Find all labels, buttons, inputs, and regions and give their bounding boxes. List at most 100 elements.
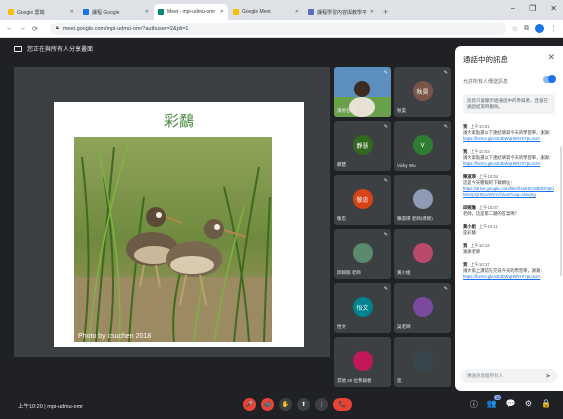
tab-title: Meet - mpi-udmu-omr	[167, 9, 216, 15]
tab-favicon-icon	[158, 9, 164, 15]
minimize-icon[interactable]: −	[510, 4, 515, 13]
participant-tile[interactable]: 您	[394, 337, 451, 387]
participant-name: 講者名稱	[337, 108, 355, 113]
participant-tile[interactable]: ✎ 邱婉瑜 老師	[334, 229, 391, 279]
allow-messages-toggle[interactable]	[543, 75, 556, 83]
message-link[interactable]: https://forms.gle/xE4bWqHkRzX7pLm2A	[463, 274, 557, 280]
close-window-icon[interactable]: ✕	[550, 4, 557, 13]
message-time: 上午10:03	[470, 149, 490, 155]
tab-close-icon[interactable]: ✕	[295, 9, 299, 15]
chat-icon[interactable]: 💬	[506, 399, 516, 410]
chat-input[interactable]: 傳送訊息給所有人 ➤	[461, 369, 557, 383]
tab-close-icon[interactable]: ✕	[370, 9, 374, 15]
participant-count: 33	[494, 395, 501, 400]
reload-icon[interactable]: ⟳	[32, 25, 38, 33]
chat-notice: 訊息只會顯示給通話中的參與者，且會在通話結束時刪除。	[463, 94, 555, 115]
close-icon[interactable]: ✕	[547, 52, 555, 63]
present-now-icon[interactable]: ⬆	[297, 398, 310, 411]
participant-tile[interactable]: 其他 20 位參與者	[334, 337, 391, 387]
participant-tile[interactable]: 敬忠 ✎ 敬忠	[334, 175, 391, 225]
chat-panel: 通話中的訊息 ✕ 允許所有人傳送訊息 訊息只會顯示給通話中的參與者，且會在通話結…	[455, 46, 563, 391]
participant-tile[interactable]: 黃小姐	[394, 229, 451, 279]
forward-icon[interactable]: →	[19, 25, 26, 32]
back-icon[interactable]: ←	[6, 25, 13, 32]
tab-close-icon[interactable]: ✕	[220, 9, 224, 15]
pin-icon[interactable]: ✎	[384, 124, 388, 130]
chat-panel-title: 通話中的訊息	[463, 55, 508, 64]
participant-name: 黃小姐	[397, 270, 411, 275]
toggle-label: 允許所有人傳送訊息	[463, 79, 509, 85]
pin-icon[interactable]: ✎	[384, 286, 388, 292]
pin-icon[interactable]: ✎	[444, 286, 448, 292]
host-controls-icon[interactable]: 🔒	[541, 399, 551, 410]
allow-messages-row: 允許所有人傳送訊息	[463, 75, 556, 85]
pin-icon[interactable]: ✎	[444, 124, 448, 130]
participants-group-avatar	[352, 351, 373, 371]
message-link[interactable]: https://drive.google.com/file/d/1aKbC9dE…	[463, 186, 557, 198]
activities-icon[interactable]: ⚙	[525, 399, 532, 410]
profile-avatar[interactable]	[535, 24, 544, 33]
tab-favicon-icon	[8, 9, 14, 15]
more-options-icon[interactable]: ⋮	[315, 398, 328, 411]
participant-tile[interactable]: 靜慧 ✎ 靜慧	[334, 121, 391, 171]
pin-icon[interactable]: ✎	[384, 232, 388, 238]
send-icon[interactable]: ➤	[545, 372, 551, 380]
message-time: 上午10:17	[470, 262, 490, 268]
browser-tab-strip: Google 雲端 ✕ 課程 Google ✕ Meet - mpi-udmu-omr ✕…	[0, 0, 563, 20]
message-link[interactable]: https://forms.gle/xE4bWqHkRzX7pLm2A	[463, 161, 557, 167]
new-tab-button[interactable]: +	[383, 7, 388, 17]
tab-close-icon[interactable]: ✕	[70, 9, 74, 15]
participant-tile[interactable]: ✎ 講者名稱	[334, 67, 391, 117]
chat-scrollbar[interactable]	[560, 146, 562, 276]
browser-tab[interactable]: 課程 Google ✕	[79, 4, 153, 20]
participant-avatar	[412, 351, 433, 371]
lock-icon: 🔒︎	[55, 25, 59, 31]
meeting-details-icon[interactable]: ⓘ	[470, 399, 478, 410]
microphone-icon[interactable]: 🎤	[243, 398, 256, 411]
message-link[interactable]: https://forms.gle/xE4bWqHkRzX7pLm2A	[463, 136, 557, 142]
participant-name: 秋昊	[397, 108, 406, 113]
browser-tab[interactable]: Google 雲端 ✕	[4, 4, 78, 20]
side-controls: ⓘ 👥 33 💬 ⚙ 🔒	[470, 395, 551, 410]
participant-avatar	[352, 243, 373, 263]
chat-message: 我上午10:03 請大家點選以下連結填寫今天的學習單，謝謝： https://for…	[463, 149, 557, 167]
message-sender: 陳淑瑛	[463, 174, 476, 180]
message-sender: 我	[463, 149, 468, 155]
pin-icon[interactable]: ✎	[444, 70, 448, 76]
participant-name: 敬忠	[337, 216, 346, 221]
maximize-icon[interactable]: ❐	[529, 4, 536, 13]
slide-title: 彩鷸	[163, 112, 194, 130]
browser-tab[interactable]: Google Meet ✕	[229, 4, 303, 20]
presenting-banner: 您正在與所有人分享畫面	[14, 44, 93, 53]
pin-icon[interactable]: ✎	[384, 70, 388, 76]
tab-favicon-icon	[83, 9, 89, 15]
chat-message: 我上午10:17 請大家上課前先完成今天的學習單，謝謝： https://forms…	[463, 262, 557, 280]
presentation-stage[interactable]: 彩鷸 Photo by csuchen 2018	[14, 67, 330, 357]
star-icon[interactable]: ☆	[512, 25, 518, 33]
meeting-info: 上午10:20 | mpi-udmu-omr	[18, 403, 84, 410]
url-field[interactable]: 🔒︎ meet.google.com/mpi-udmu-omr?authuser…	[49, 22, 506, 35]
menu-icon[interactable]: ⋮	[550, 25, 557, 33]
participant-tile[interactable]: 陳淑瑛 老師(導師)	[394, 175, 451, 225]
participant-tile[interactable]: ✎ 吳老師	[394, 283, 451, 333]
participant-initial: 靜慧	[352, 135, 373, 155]
chat-message: 邱婉瑜 上午10:07 老師，這是第二題的答案嗎？	[463, 205, 557, 217]
camera-icon[interactable]: 📹	[261, 398, 274, 411]
participant-tile[interactable]: V ✎ Vicky Wu	[394, 121, 451, 171]
participant-initial: 秋昊	[412, 81, 433, 101]
message-time: 上午10:04	[478, 174, 499, 180]
tab-close-icon[interactable]: ✕	[145, 9, 149, 15]
participant-name: 怡文	[337, 324, 346, 329]
raise-hand-icon[interactable]: ✋	[279, 398, 292, 411]
browser-tab[interactable]: 課程學習內容與教學平台 ✕	[304, 4, 378, 20]
extensions-icon[interactable]: ⧉	[524, 25, 529, 33]
message-time: 上午10:07	[478, 205, 499, 211]
participant-tile[interactable]: 怡文 ✎ 怡文	[334, 283, 391, 333]
participant-tile[interactable]: 秋昊 ✎ 秋昊	[394, 67, 451, 117]
people-glyph: 👥	[486, 399, 497, 408]
pin-icon[interactable]: ✎	[384, 178, 388, 184]
leave-call-icon[interactable]: 📞	[333, 398, 352, 411]
people-icon[interactable]: 👥 33	[486, 395, 501, 410]
tab-title: Google 雲端	[17, 9, 45, 16]
browser-tab[interactable]: Meet - mpi-udmu-omr ✕	[154, 4, 228, 20]
